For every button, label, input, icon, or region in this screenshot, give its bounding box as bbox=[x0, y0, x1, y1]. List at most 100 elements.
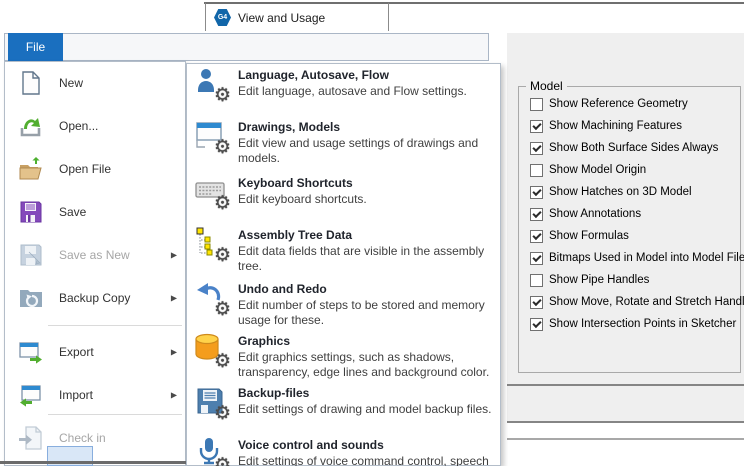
gear-overlay-icon bbox=[214, 86, 231, 105]
checkbox-label: Bitmaps Used in Model into Model File bbox=[549, 252, 744, 264]
settings-item-backup-files[interactable]: Backup-files Edit settings of drawing an… bbox=[186, 384, 501, 436]
checkbox[interactable] bbox=[530, 230, 543, 243]
undo-gear-icon bbox=[194, 280, 230, 316]
model-groupbox-title: Model bbox=[526, 79, 567, 93]
tab-view-and-usage[interactable]: G4 View and Usage bbox=[205, 2, 389, 31]
checkbox[interactable] bbox=[530, 142, 543, 155]
settings-item-assembly-tree-data[interactable]: Assembly Tree Data Edit data fields that… bbox=[186, 226, 501, 278]
menu-item-label: Backup Copy bbox=[59, 276, 130, 319]
checkbox[interactable] bbox=[530, 296, 543, 309]
open-file-icon bbox=[18, 156, 44, 182]
checkbox-label: Show Pipe Handles bbox=[549, 274, 649, 286]
checkbox[interactable] bbox=[530, 318, 543, 331]
new-document-icon bbox=[18, 70, 44, 96]
settings-item-description: Edit graphics settings, such as shadows,… bbox=[238, 350, 510, 380]
dialog-gap bbox=[507, 440, 744, 466]
checkbox[interactable] bbox=[530, 208, 543, 221]
microphone-gear-icon bbox=[194, 436, 230, 466]
g4-badge-icon: G4 bbox=[214, 9, 231, 26]
gear-overlay-icon bbox=[214, 138, 231, 157]
menu-item-backup-copy[interactable]: Backup Copy bbox=[4, 276, 186, 319]
assembly-tree-gear-icon bbox=[194, 226, 230, 262]
dialog-divider bbox=[507, 438, 744, 440]
menu-separator bbox=[48, 414, 182, 415]
checkbox[interactable] bbox=[530, 186, 543, 199]
settings-item-title: Graphics bbox=[238, 334, 496, 349]
checkbox-label: Show Both Surface Sides Always bbox=[549, 142, 718, 154]
checkbox-row-show-formulas[interactable]: Show Formulas bbox=[530, 228, 629, 244]
checkbox-row-show-both-surface-sides[interactable]: Show Both Surface Sides Always bbox=[530, 140, 718, 156]
checkbox-row-show-reference-geometry[interactable]: Show Reference Geometry bbox=[530, 96, 688, 112]
save-icon bbox=[18, 199, 44, 225]
menu-item-import[interactable]: Import bbox=[4, 373, 186, 416]
menu-item-label: Save as New bbox=[59, 233, 130, 276]
menu-item-label: Open... bbox=[59, 104, 98, 147]
menu-item-check-in[interactable]: Check in bbox=[4, 416, 186, 459]
gear-overlay-icon bbox=[214, 300, 231, 319]
tab-label: View and Usage bbox=[238, 11, 325, 25]
export-icon bbox=[18, 339, 44, 365]
submenu-arrow-icon bbox=[171, 293, 177, 302]
checkbox-row-bitmaps-in-model-file[interactable]: Bitmaps Used in Model into Model File bbox=[530, 250, 744, 266]
settings-item-voice-control-and-sounds[interactable]: Voice control and sounds Edit settings o… bbox=[186, 436, 501, 466]
settings-item-description: Edit view and usage settings of drawings… bbox=[238, 136, 510, 166]
app-window: G4 View and Usage File Model Show Refere… bbox=[0, 0, 744, 466]
settings-item-description: Edit language, autosave and Flow setting… bbox=[238, 84, 510, 99]
file-menu-tab[interactable]: File bbox=[8, 33, 63, 61]
checkbox-row-show-annotations[interactable]: Show Annotations bbox=[530, 206, 641, 222]
menu-item-open[interactable]: Open... bbox=[4, 104, 186, 147]
settings-item-title: Voice control and sounds bbox=[238, 438, 496, 453]
checkbox-row-show-model-origin[interactable]: Show Model Origin bbox=[530, 162, 646, 178]
submenu-arrow-icon bbox=[171, 347, 177, 356]
menu-item-label: New bbox=[59, 61, 83, 104]
checkbox-label: Show Hatches on 3D Model bbox=[549, 186, 692, 198]
menu-item-save-as-new[interactable]: Save as New bbox=[4, 233, 186, 276]
menu-item-label: Import bbox=[59, 373, 93, 416]
checkbox[interactable] bbox=[530, 274, 543, 287]
menu-item-open-file[interactable]: Open File bbox=[4, 147, 186, 190]
settings-item-undo-and-redo[interactable]: Undo and Redo Edit number of steps to be… bbox=[186, 280, 501, 332]
checkbox[interactable] bbox=[530, 98, 543, 111]
checkbox-row-show-pipe-handles[interactable]: Show Pipe Handles bbox=[530, 272, 649, 288]
menu-item-label: Open File bbox=[59, 147, 111, 190]
settings-item-title: Assembly Tree Data bbox=[238, 228, 496, 243]
settings-item-title: Backup-files bbox=[238, 386, 496, 401]
menu-item-new[interactable]: New bbox=[4, 61, 186, 104]
settings-item-description: Edit settings of voice command control, … bbox=[238, 454, 510, 466]
submenu-arrow-icon bbox=[171, 250, 177, 259]
person-gear-icon bbox=[194, 66, 230, 102]
menu-item-save[interactable]: Save bbox=[4, 190, 186, 233]
settings-item-description: Edit keyboard shortcuts. bbox=[238, 192, 510, 207]
menu-item-export[interactable]: Export bbox=[4, 330, 186, 373]
settings-item-title: Language, Autosave, Flow bbox=[238, 68, 496, 83]
settings-item-drawings-models[interactable]: Drawings, Models Edit view and usage set… bbox=[186, 118, 501, 170]
window-bottom-edge bbox=[0, 461, 187, 464]
checkbox-row-show-move-rotate-stretch[interactable]: Show Move, Rotate and Stretch Handles bbox=[530, 294, 744, 310]
gear-overlay-icon bbox=[214, 352, 231, 371]
checkbox-label: Show Reference Geometry bbox=[549, 98, 688, 110]
checkbox[interactable] bbox=[530, 252, 543, 265]
settings-item-title: Drawings, Models bbox=[238, 120, 496, 135]
settings-item-description: Edit settings of drawing and model backu… bbox=[238, 402, 510, 417]
settings-item-description: Edit data fields that are visible in the… bbox=[238, 244, 510, 274]
save-as-new-icon bbox=[18, 242, 44, 268]
gear-overlay-icon bbox=[214, 194, 231, 213]
import-icon bbox=[18, 382, 44, 408]
ribbon-bar bbox=[4, 33, 489, 61]
gear-overlay-icon bbox=[214, 246, 231, 265]
floppy-gear-icon bbox=[194, 384, 230, 420]
checkbox[interactable] bbox=[530, 120, 543, 133]
settings-item-language-autosave-flow[interactable]: Language, Autosave, Flow Edit language, … bbox=[186, 66, 501, 116]
checkbox-label: Show Intersection Points in Sketcher bbox=[549, 318, 736, 330]
settings-item-keyboard-shortcuts[interactable]: Keyboard Shortcuts Edit keyboard shortcu… bbox=[186, 174, 501, 222]
checkbox-row-show-hatches-3d[interactable]: Show Hatches on 3D Model bbox=[530, 184, 692, 200]
menu-item-label: Export bbox=[59, 330, 94, 373]
check-in-icon bbox=[18, 425, 44, 451]
checkbox-row-show-machining-features[interactable]: Show Machining Features bbox=[530, 118, 682, 134]
dialog-gap bbox=[507, 423, 744, 438]
checkbox-row-show-intersection-points[interactable]: Show Intersection Points in Sketcher bbox=[530, 316, 736, 332]
settings-item-graphics[interactable]: Graphics Edit graphics settings, such as… bbox=[186, 332, 501, 384]
keyboard-gear-icon bbox=[194, 174, 230, 210]
checkbox[interactable] bbox=[530, 164, 543, 177]
gear-overlay-icon bbox=[214, 456, 231, 466]
